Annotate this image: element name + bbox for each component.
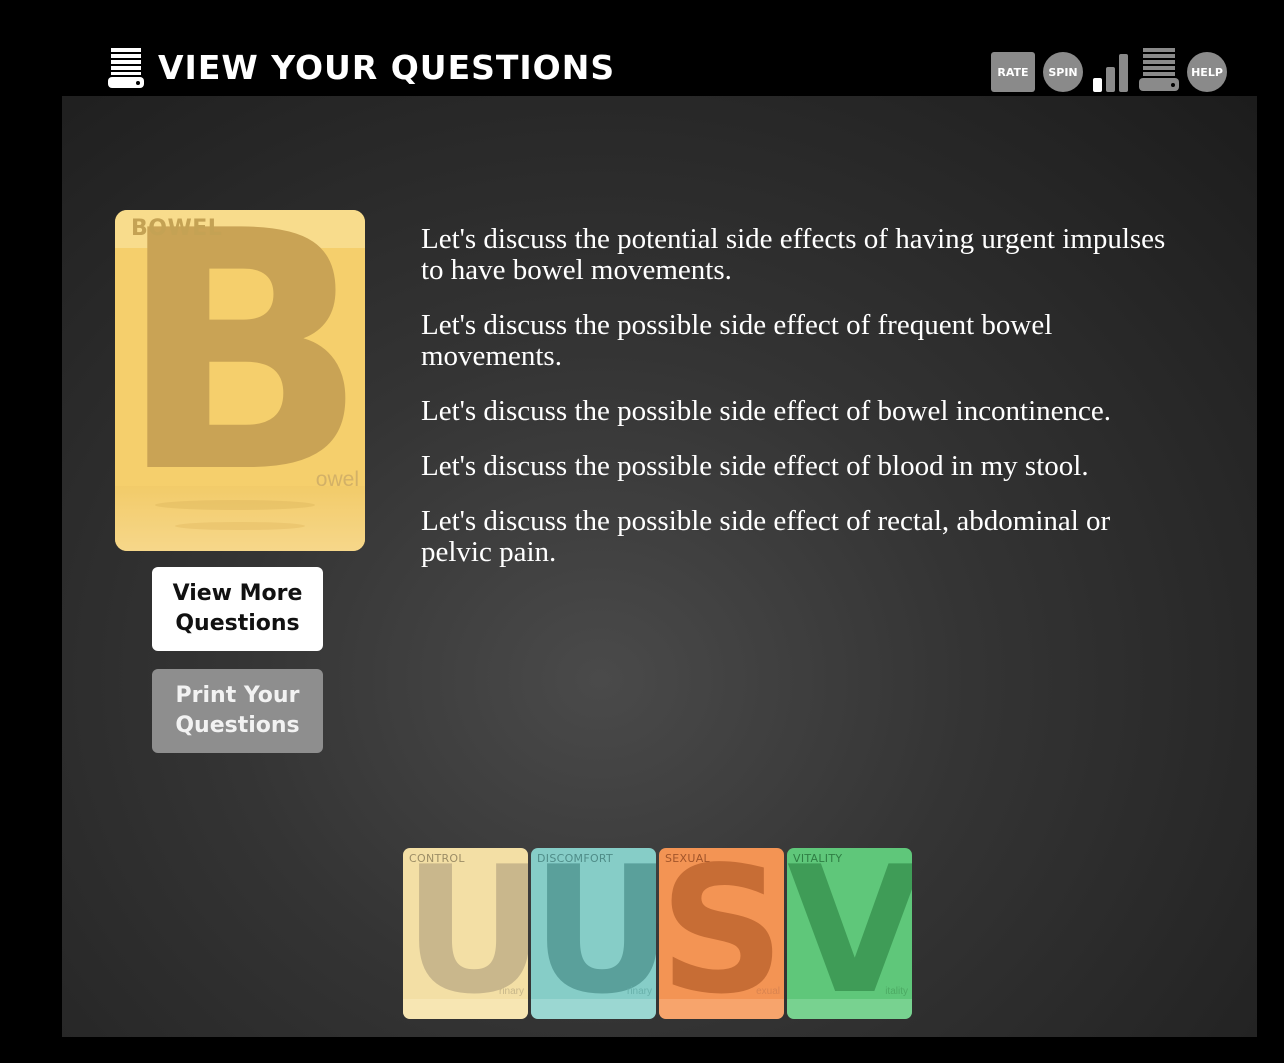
category-reflection [531, 999, 656, 1019]
category-word: exual [756, 986, 780, 997]
question-list: Let's discuss the potential side effects… [421, 224, 1181, 592]
category-card-control[interactable]: U CONTROL rinary [403, 848, 528, 1019]
spin-button[interactable]: SPIN [1043, 52, 1083, 92]
bowel-category-card: B BOWEL owel [115, 210, 365, 551]
category-card-vitality[interactable]: V VITALITY itality [787, 848, 912, 1019]
question-item: Let's discuss the possible side effect o… [421, 450, 1089, 482]
category-word: rinary [626, 986, 652, 997]
signal-bars-icon[interactable] [1091, 52, 1131, 92]
category-label: DISCOMFORT [537, 852, 614, 865]
title-area: VIEW YOUR QUESTIONS [108, 48, 615, 88]
category-label: VITALITY [793, 852, 843, 865]
category-label: CONTROL [409, 852, 465, 865]
header: VIEW YOUR QUESTIONS RATE SPIN HELP [0, 0, 1284, 96]
toolbar: RATE SPIN HELP [991, 48, 1235, 92]
card-label: BOWEL [131, 216, 223, 241]
category-card-discomfort[interactable]: U DISCOMFORT rinary [531, 848, 656, 1019]
question-item: Let's discuss the possible side effect o… [421, 505, 1111, 568]
rate-button[interactable]: RATE [991, 52, 1035, 92]
category-reflection [659, 999, 784, 1019]
printer-icon [108, 48, 144, 88]
print-your-questions-button[interactable]: Print Your Questions [152, 669, 323, 753]
question-item: Let's discuss the possible side effect o… [421, 309, 1053, 372]
category-word: itality [885, 986, 908, 997]
category-card-sexual[interactable]: S SEXUAL exual [659, 848, 784, 1019]
category-word: rinary [498, 986, 524, 997]
print-icon[interactable] [1139, 48, 1179, 92]
help-button[interactable]: HELP [1187, 52, 1227, 92]
category-label: SEXUAL [665, 852, 710, 865]
question-item: Let's discuss the potential side effects… [421, 223, 1166, 286]
category-reflection [403, 999, 528, 1019]
page-title: VIEW YOUR QUESTIONS [158, 48, 616, 87]
card-reflection [115, 486, 365, 551]
category-reflection [787, 999, 912, 1019]
question-item: Let's discuss the possible side effect o… [421, 395, 1112, 427]
view-more-questions-button[interactable]: View More Questions [152, 567, 323, 651]
main-panel: B BOWEL owel View More Questions Print Y… [62, 96, 1257, 1037]
